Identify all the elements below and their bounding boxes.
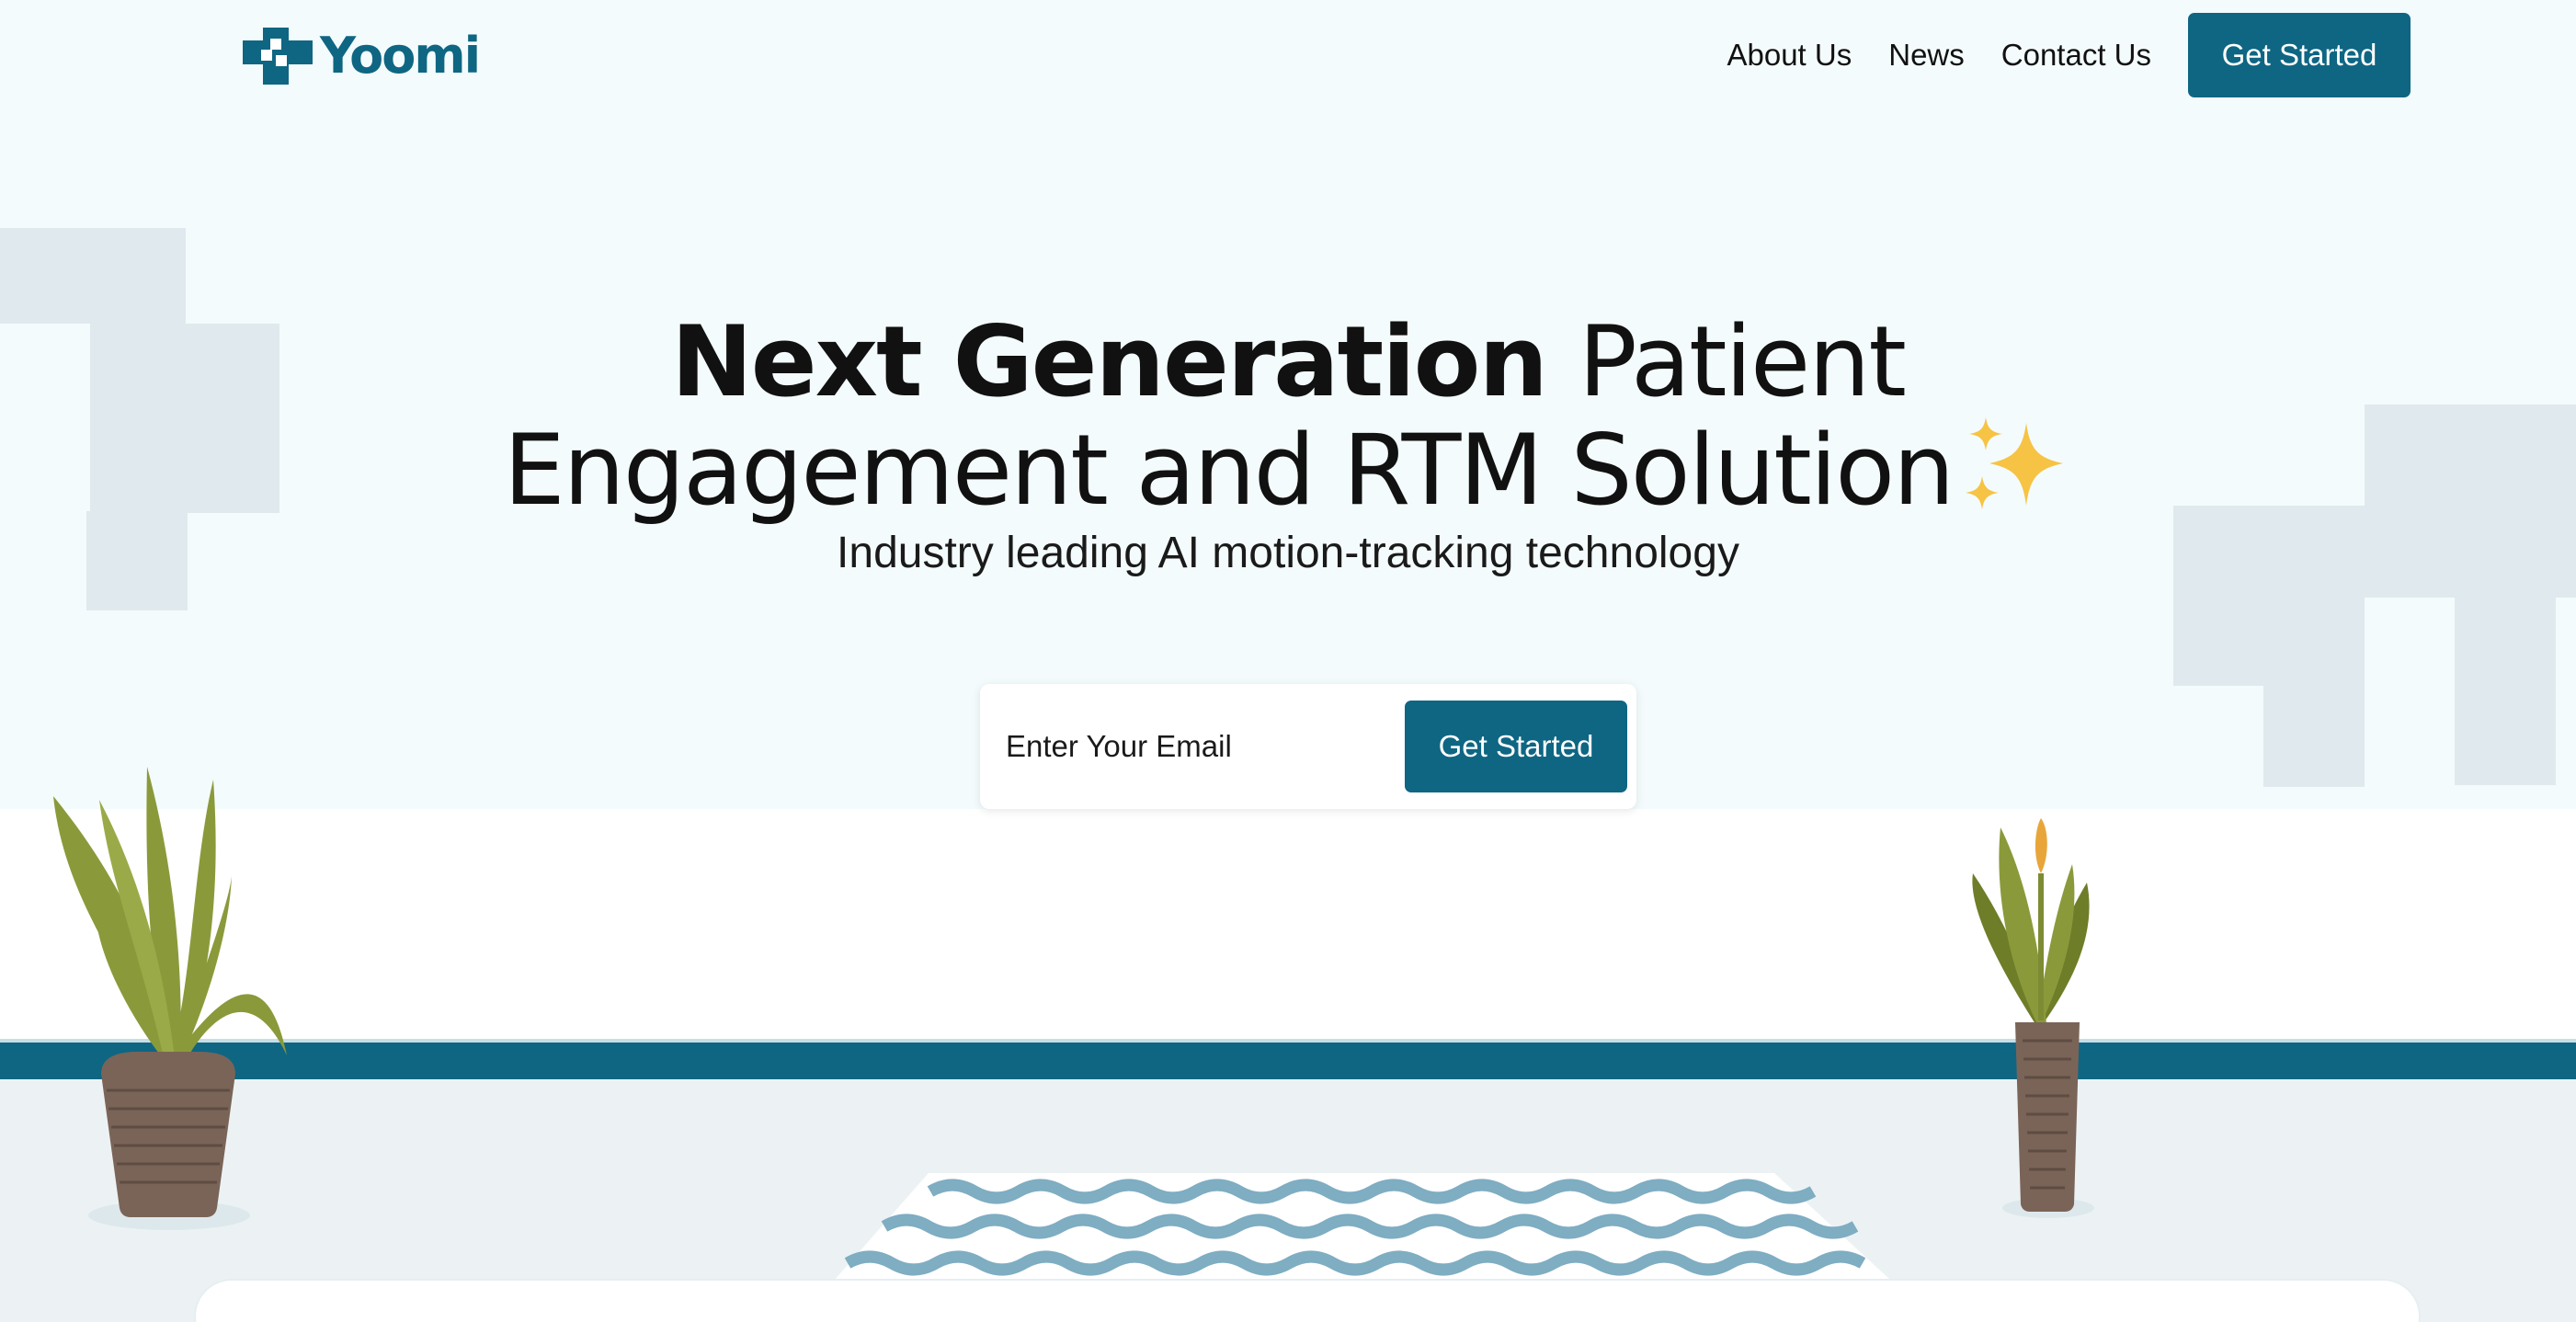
brand-logo[interactable]: Yoomi	[243, 27, 481, 85]
page: Yoomi About Us News Contact Us Get Start…	[0, 0, 2576, 1322]
medical-cross-logo-icon	[243, 28, 313, 85]
hero-title: Next Generation Patient Engagement and R…	[0, 309, 2576, 524]
decor-block	[2263, 592, 2365, 787]
nav-link-news[interactable]: News	[1888, 38, 1965, 73]
brand-name: Yoomi	[320, 27, 481, 85]
signup-get-started-button[interactable]: Get Started	[1405, 701, 1627, 792]
header-get-started-button[interactable]: Get Started	[2188, 13, 2411, 97]
email-signup-form: Get Started	[980, 684, 1636, 809]
email-input[interactable]	[1004, 710, 1390, 783]
hero-title-bold: Next Generation	[671, 305, 1548, 418]
hero-title-regular-1: Patient	[1578, 305, 1907, 418]
nav-link-contact-us[interactable]: Contact Us	[2001, 38, 2151, 73]
hero-subtitle: Industry leading AI motion-tracking tech…	[837, 529, 1739, 577]
hero-title-regular-2: Engagement and RTM Solution	[503, 414, 1955, 527]
main-nav: About Us News Contact Us Get Started	[1727, 13, 2411, 97]
site-header: Yoomi About Us News Contact Us Get Start…	[0, 0, 2576, 110]
sparkles-icon	[1966, 417, 2064, 509]
decor-block	[2455, 598, 2556, 785]
nav-link-about-us[interactable]: About Us	[1727, 38, 1852, 73]
